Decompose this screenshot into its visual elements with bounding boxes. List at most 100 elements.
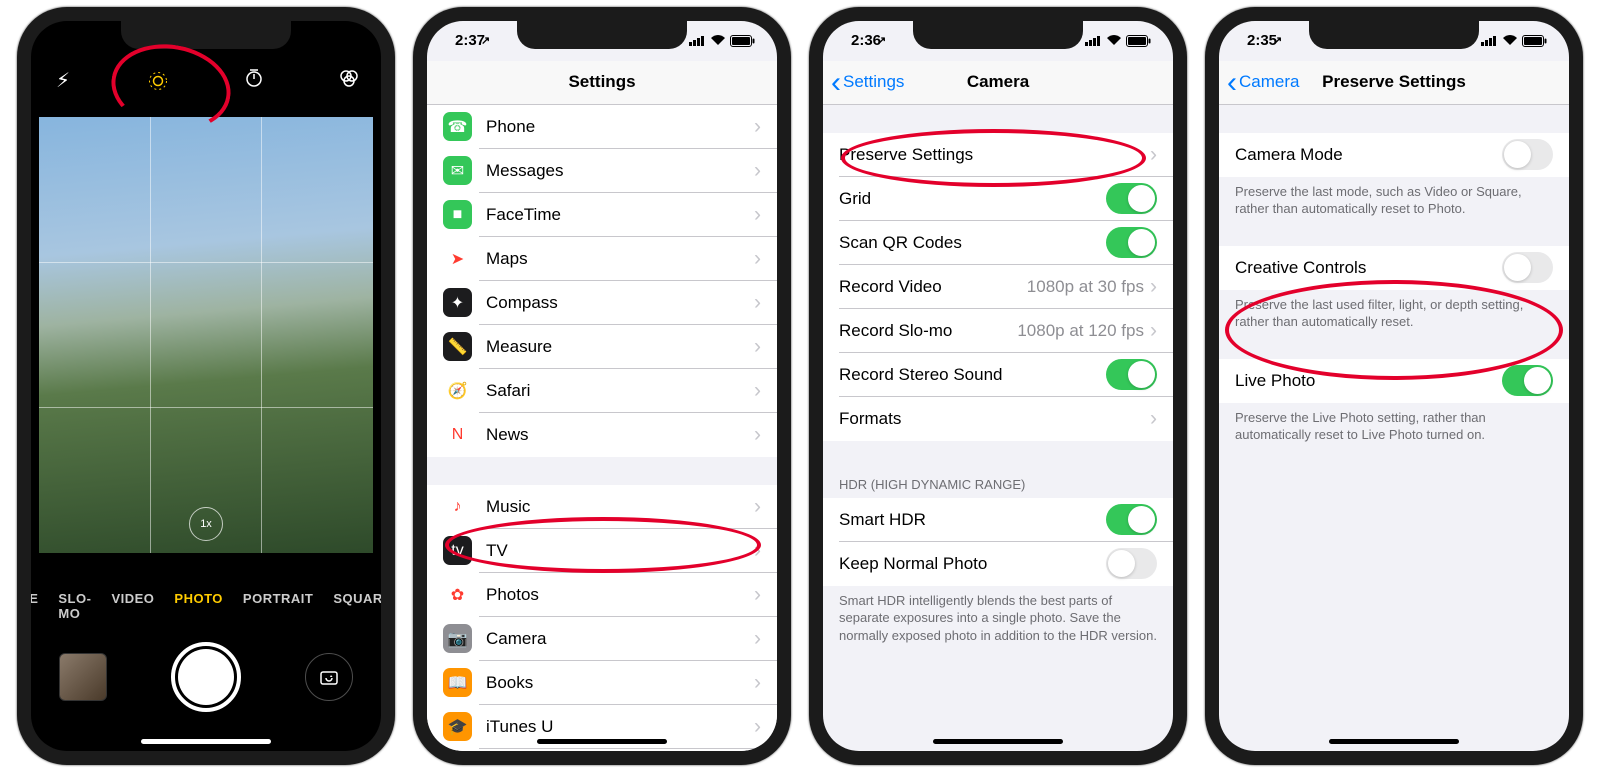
row-preserve-settings[interactable]: Preserve Settings›	[823, 133, 1173, 177]
row-label: Record Video	[839, 277, 1027, 297]
row-footer: Preserve the last used filter, light, or…	[1219, 290, 1569, 331]
settings-row-facetime[interactable]: ■FaceTime›	[427, 193, 777, 237]
toggle[interactable]	[1502, 252, 1553, 283]
flip-camera-button[interactable]	[305, 653, 353, 701]
chevron-icon: ›	[754, 203, 761, 227]
app-icon: ♪	[443, 492, 472, 521]
row-creative-controls[interactable]: Creative Controls	[1219, 246, 1569, 290]
row-record-video[interactable]: Record Video1080p at 30 fps›	[823, 265, 1173, 309]
home-indicator[interactable]	[1329, 739, 1459, 744]
settings-row-messages[interactable]: ✉Messages›	[427, 149, 777, 193]
settings-row-books[interactable]: 📖Books›	[427, 661, 777, 705]
row-label: Photos	[486, 585, 754, 605]
settings-row-maps[interactable]: ➤Maps›	[427, 237, 777, 281]
chevron-icon: ›	[1150, 319, 1157, 343]
settings-row-photos[interactable]: ✿ Photos›	[427, 573, 777, 617]
row-camera-mode[interactable]: Camera Mode	[1219, 133, 1569, 177]
toggle[interactable]	[1106, 504, 1157, 535]
toggle[interactable]	[1106, 227, 1157, 258]
settings-row-compass[interactable]: ✦Compass›	[427, 281, 777, 325]
row-label: iTunes U	[486, 717, 754, 737]
page-title: Preserve Settings	[1322, 72, 1466, 92]
settings-row-camera[interactable]: 📷Camera›	[427, 617, 777, 661]
chevron-icon: ›	[1150, 143, 1157, 167]
mode-se[interactable]: SE	[31, 591, 38, 621]
phone-camera-app: ⚡︎ 1x SE SLO-MO VIDEO PHOTO PORTRAIT SQU…	[17, 7, 395, 765]
chevron-icon: ›	[754, 583, 761, 607]
row-scan-qr-codes[interactable]: Scan QR Codes	[823, 221, 1173, 265]
chevron-icon: ›	[754, 671, 761, 695]
row-footer: Preserve the Live Photo setting, rather …	[1219, 403, 1569, 444]
home-indicator[interactable]	[537, 739, 667, 744]
home-indicator[interactable]	[933, 739, 1063, 744]
settings-row-tv[interactable]: tvTV›	[427, 529, 777, 573]
row-label: Safari	[486, 381, 754, 401]
settings-row-music[interactable]: ♪Music›	[427, 485, 777, 529]
settings-row-measure[interactable]: 📏Measure›	[427, 325, 777, 369]
camera-viewfinder[interactable]: 1x	[39, 117, 373, 553]
app-icon: ✿	[443, 580, 472, 609]
timer-icon[interactable]	[240, 67, 268, 95]
mode-photo[interactable]: PHOTO	[174, 591, 223, 621]
back-button[interactable]: Camera	[1227, 72, 1299, 92]
row-footer: Preserve the last mode, such as Video or…	[1219, 177, 1569, 218]
livephoto-icon[interactable]	[144, 70, 172, 92]
row-label: Music	[486, 497, 754, 517]
mode-square[interactable]: SQUARE	[333, 591, 381, 621]
row-label: FaceTime	[486, 205, 754, 225]
row-label: Preserve Settings	[839, 145, 1150, 165]
home-indicator[interactable]	[141, 739, 271, 744]
row-label: Measure	[486, 337, 754, 357]
app-icon: 🧭	[443, 376, 472, 405]
row-record-slo-mo[interactable]: Record Slo-mo1080p at 120 fps›	[823, 309, 1173, 353]
row-label: Record Stereo Sound	[839, 365, 1106, 385]
notch	[913, 21, 1083, 49]
row-label: Messages	[486, 161, 754, 181]
app-icon: ✉	[443, 156, 472, 185]
row-live-photo[interactable]: Live Photo	[1219, 359, 1569, 403]
row-grid[interactable]: Grid	[823, 177, 1173, 221]
settings-row-news[interactable]: NNews›	[427, 413, 777, 457]
chevron-icon: ›	[754, 715, 761, 739]
phone-preserve-settings: 2:35 ↗ Camera Preserve Settings Camera M…	[1205, 7, 1583, 765]
app-icon: tv	[443, 536, 472, 565]
row-keep-normal-photo[interactable]: Keep Normal Photo	[823, 542, 1173, 586]
app-icon: ➤	[443, 244, 472, 273]
toggle[interactable]	[1106, 183, 1157, 214]
settings-row-phone[interactable]: ☎Phone›	[427, 105, 777, 149]
toggle[interactable]	[1106, 359, 1157, 390]
row-label: Maps	[486, 249, 754, 269]
mode-slomo[interactable]: SLO-MO	[58, 591, 91, 621]
toggle[interactable]	[1502, 365, 1553, 396]
mode-video[interactable]: VIDEO	[111, 591, 154, 621]
settings-row-safari[interactable]: 🧭 Safari›	[427, 369, 777, 413]
row-label: Compass	[486, 293, 754, 313]
chevron-icon: ›	[754, 291, 761, 315]
row-label: Scan QR Codes	[839, 233, 1106, 253]
last-photo-thumbnail[interactable]	[59, 653, 107, 701]
app-icon: 📷	[443, 624, 472, 653]
row-label: News	[486, 425, 754, 445]
phone-settings-root: 2:37 ↗ Settings ☎Phone›✉Messages›■FaceTi…	[413, 7, 791, 765]
app-icon: N	[443, 420, 472, 449]
toggle[interactable]	[1106, 548, 1157, 579]
row-formats[interactable]: Formats›	[823, 397, 1173, 441]
row-label: Keep Normal Photo	[839, 554, 1106, 574]
toggle[interactable]	[1502, 139, 1553, 170]
filters-icon[interactable]	[335, 67, 363, 95]
notch	[121, 21, 291, 49]
chevron-icon: ›	[754, 115, 761, 139]
chevron-icon: ›	[754, 335, 761, 359]
settings-row-game-center[interactable]: ✦Game Center›	[427, 749, 777, 751]
chevron-icon: ›	[754, 379, 761, 403]
row-smart-hdr[interactable]: Smart HDR	[823, 498, 1173, 542]
back-button[interactable]: Settings	[831, 72, 904, 92]
shutter-button[interactable]	[171, 642, 241, 712]
chevron-icon: ›	[1150, 407, 1157, 431]
row-record-stereo-sound[interactable]: Record Stereo Sound	[823, 353, 1173, 397]
flash-icon[interactable]: ⚡︎	[49, 68, 77, 93]
mode-portrait[interactable]: PORTRAIT	[243, 591, 313, 621]
notch	[1309, 21, 1479, 49]
zoom-button[interactable]: 1x	[189, 507, 223, 541]
camera-modes: SE SLO-MO VIDEO PHOTO PORTRAIT SQUARE	[31, 591, 381, 621]
